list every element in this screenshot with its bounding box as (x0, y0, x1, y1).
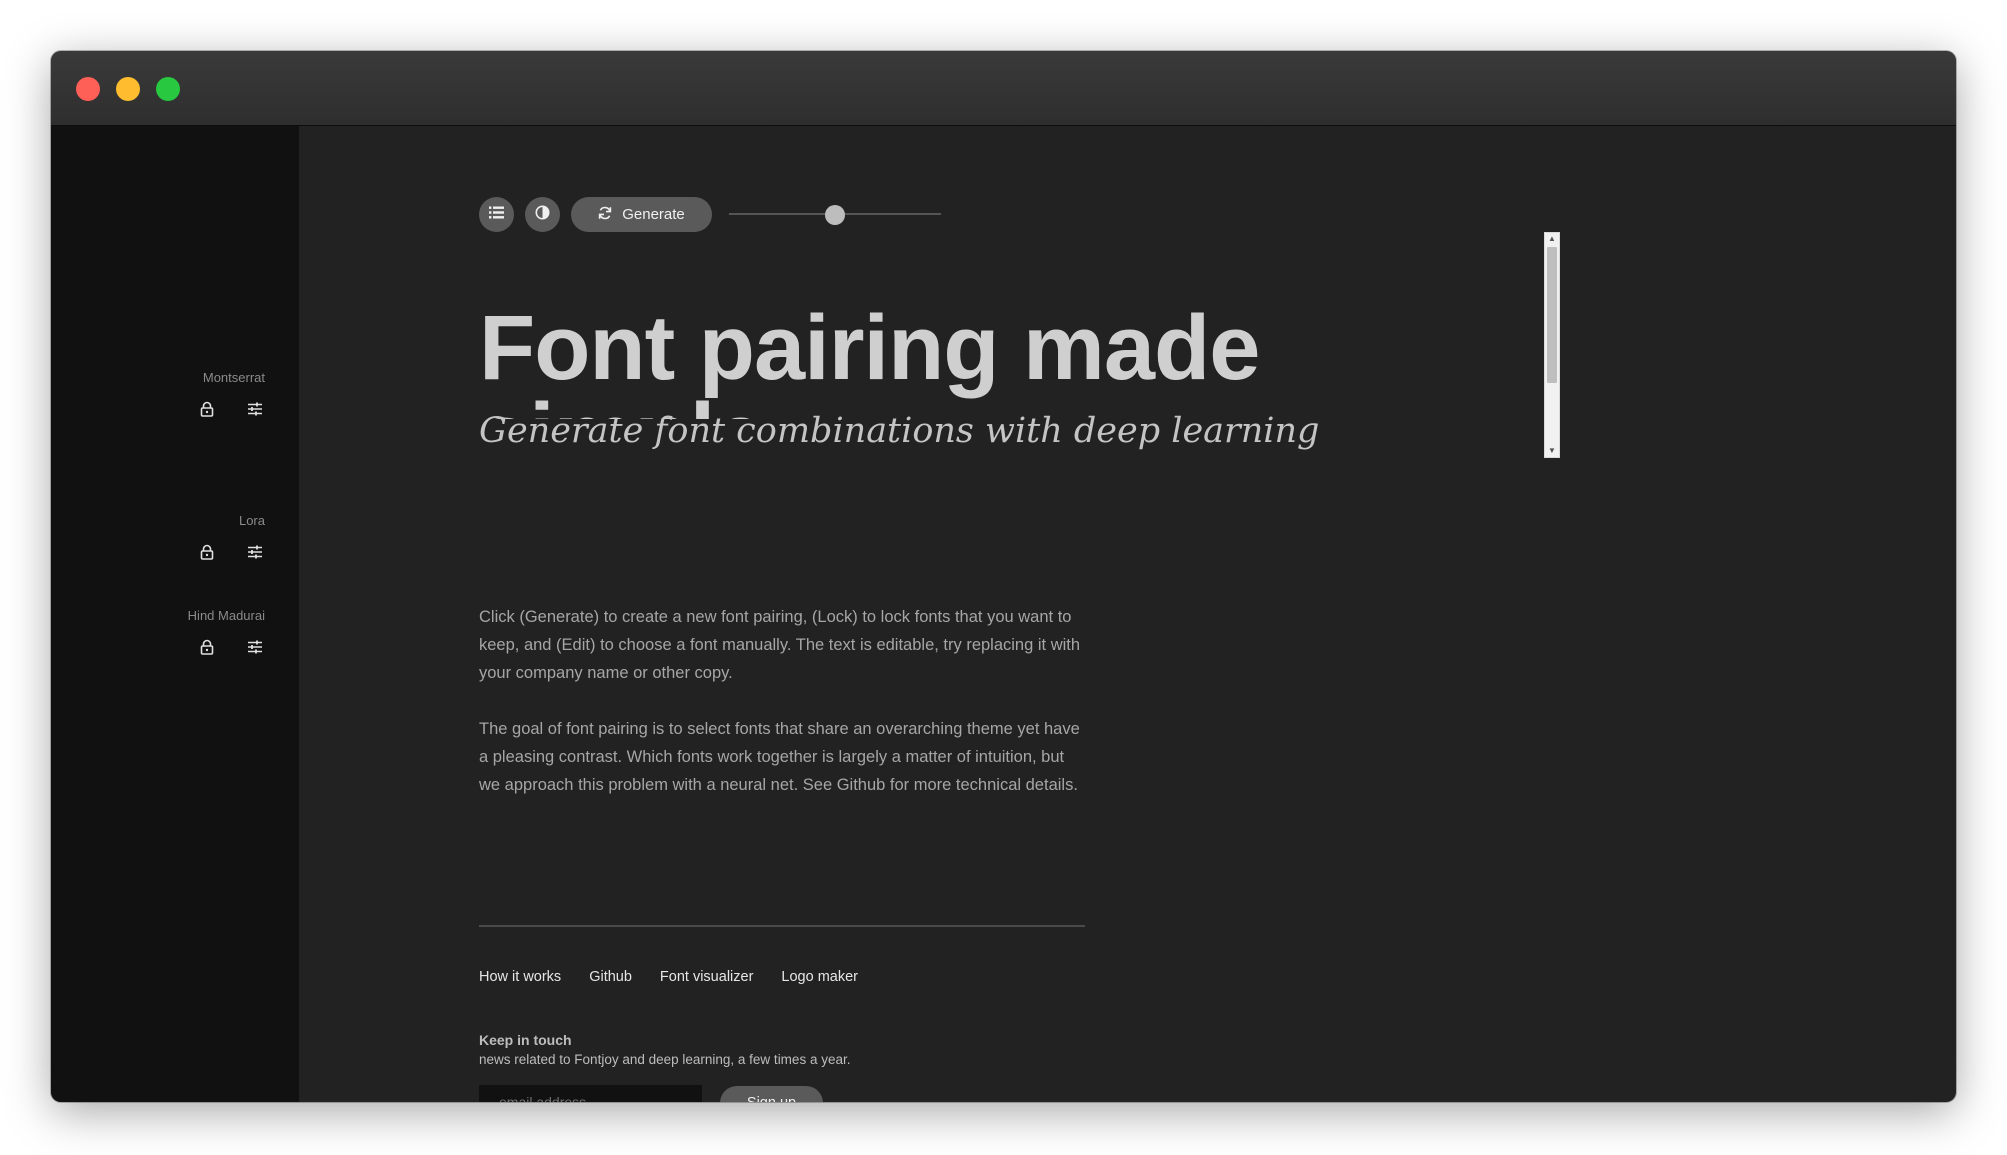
email-input[interactable] (479, 1085, 702, 1102)
browser-window: Montserrat Lora Hind Madurai Generate Fo… (51, 51, 1956, 1102)
list-icon (489, 206, 504, 224)
footer-links: How it works Github Font visualizer Logo… (479, 969, 858, 985)
subheadline[interactable]: Generate font combinations with deep lea… (479, 406, 1479, 456)
edit-sliders-icon[interactable] (245, 542, 265, 562)
font-name-label: Lora (238, 513, 265, 528)
font-name-label: Hind Madurai (187, 608, 265, 623)
link-github[interactable]: Github (589, 969, 632, 985)
slider-thumb[interactable] (825, 205, 845, 225)
contrast-slider[interactable] (729, 197, 941, 232)
newsletter-title: Keep in touch (479, 1032, 572, 1048)
font-name-label: Montserrat (202, 370, 265, 385)
edit-sliders-icon[interactable] (245, 399, 265, 419)
text-scrollbar[interactable]: ▲ ▼ (1544, 232, 1560, 458)
refresh-icon (598, 206, 612, 224)
generate-label: Generate (622, 206, 685, 223)
minimize-window-button[interactable] (116, 77, 140, 101)
link-how-it-works[interactable]: How it works (479, 969, 561, 985)
body-paragraph-1[interactable]: Click (Generate) to create a new font pa… (479, 603, 1089, 687)
scroll-down-arrow-icon[interactable]: ▼ (1545, 445, 1559, 457)
lock-icon[interactable] (197, 637, 217, 657)
lock-icon[interactable] (197, 542, 217, 562)
body-paragraph-2[interactable]: The goal of font pairing is to select fo… (479, 715, 1089, 799)
list-view-button[interactable] (479, 197, 514, 232)
scroll-up-arrow-icon[interactable]: ▲ (1545, 233, 1559, 245)
font-group-body: Hind Madurai (65, 608, 265, 657)
headline[interactable]: Font pairing made simple (479, 304, 1379, 419)
contrast-toggle-button[interactable] (525, 197, 560, 232)
generate-button[interactable]: Generate (571, 197, 712, 232)
newsletter-description: news related to Fontjoy and deep learnin… (479, 1052, 851, 1067)
signup-button[interactable]: Sign up (720, 1086, 823, 1102)
contrast-icon (535, 205, 550, 225)
font-group-heading: Montserrat (65, 370, 265, 419)
font-actions (65, 542, 265, 562)
lock-icon[interactable] (197, 399, 217, 419)
scroll-thumb[interactable] (1547, 247, 1557, 383)
font-actions (65, 399, 265, 419)
font-group-subheading: Lora (65, 513, 265, 562)
link-logo-maker[interactable]: Logo maker (781, 969, 858, 985)
title-bar (51, 51, 1956, 126)
main-content: Generate Font pairing made simple Genera… (299, 126, 1956, 1102)
footer-divider (479, 925, 1085, 927)
edit-sliders-icon[interactable] (245, 637, 265, 657)
maximize-window-button[interactable] (156, 77, 180, 101)
link-font-visualizer[interactable]: Font visualizer (660, 969, 753, 985)
font-actions (65, 637, 265, 657)
close-window-button[interactable] (76, 77, 100, 101)
font-sidebar: Montserrat Lora Hind Madurai (51, 126, 299, 1102)
